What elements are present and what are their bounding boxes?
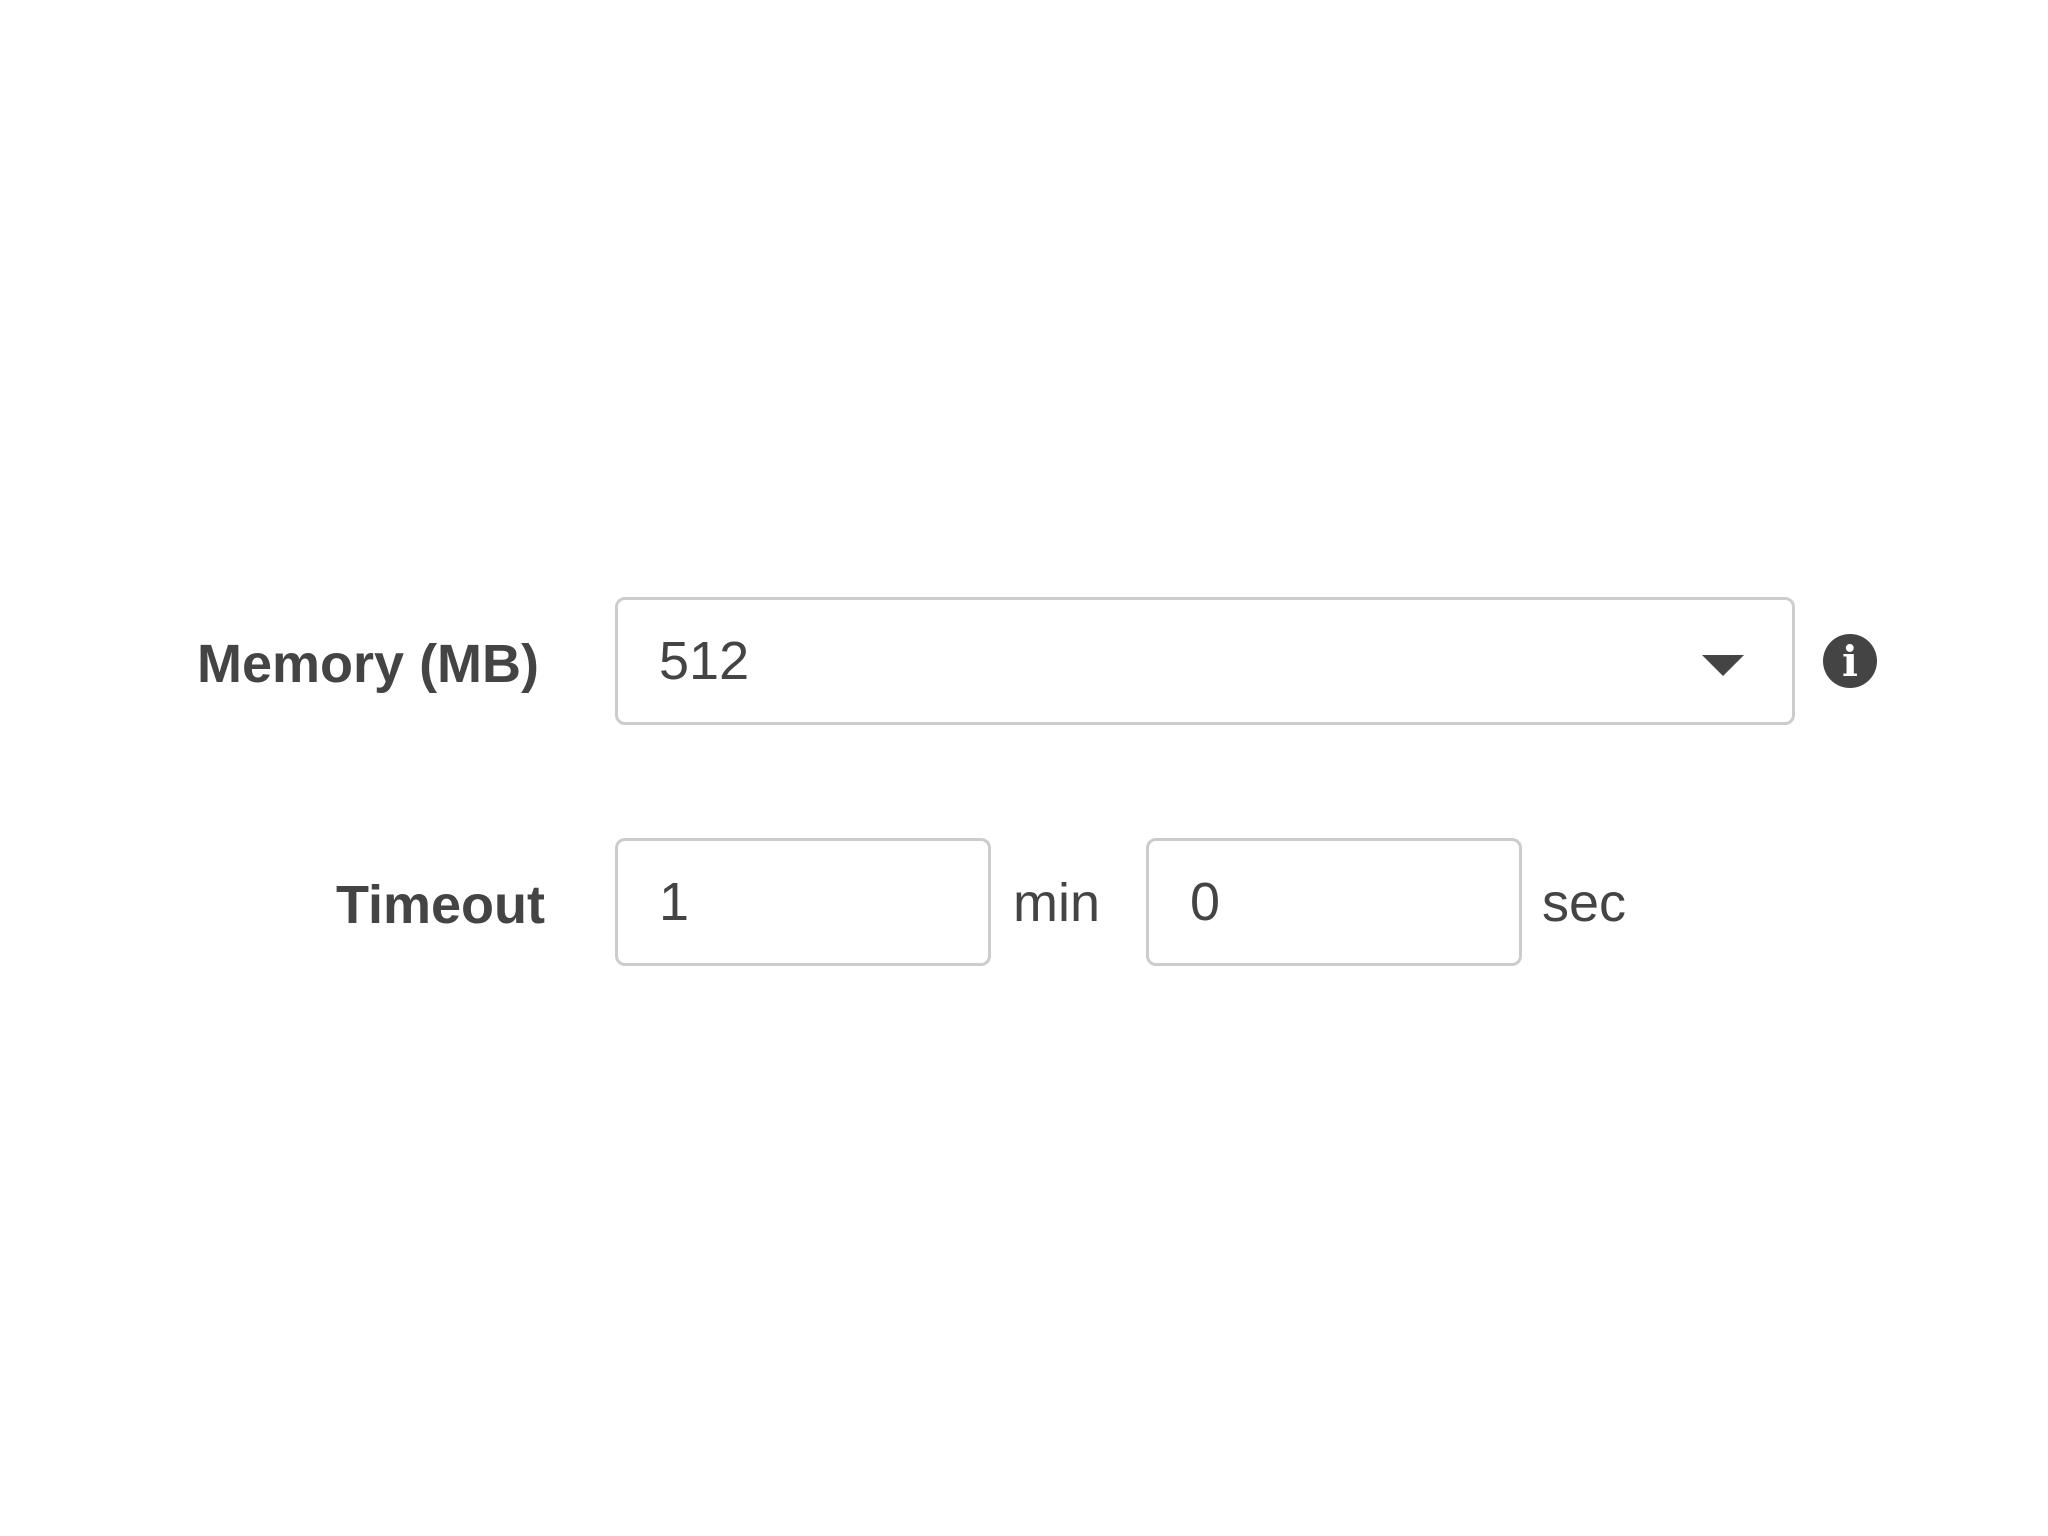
minutes-unit-label: min (1013, 873, 1101, 933)
timeout-minutes-input[interactable]: 1 (615, 838, 991, 966)
timeout-seconds-value: 0 (1190, 872, 1221, 932)
timeout-label: Timeout (336, 875, 546, 935)
memory-select[interactable]: 512 (615, 597, 1795, 725)
info-icon[interactable]: i (1823, 634, 1877, 688)
timeout-seconds-input[interactable]: 0 (1146, 838, 1522, 966)
seconds-unit-label: sec (1542, 873, 1627, 933)
memory-selected-value: 512 (659, 631, 750, 691)
memory-label: Memory (MB) (197, 634, 540, 694)
timeout-minutes-value: 1 (659, 872, 690, 932)
chevron-down-icon (1702, 655, 1744, 676)
